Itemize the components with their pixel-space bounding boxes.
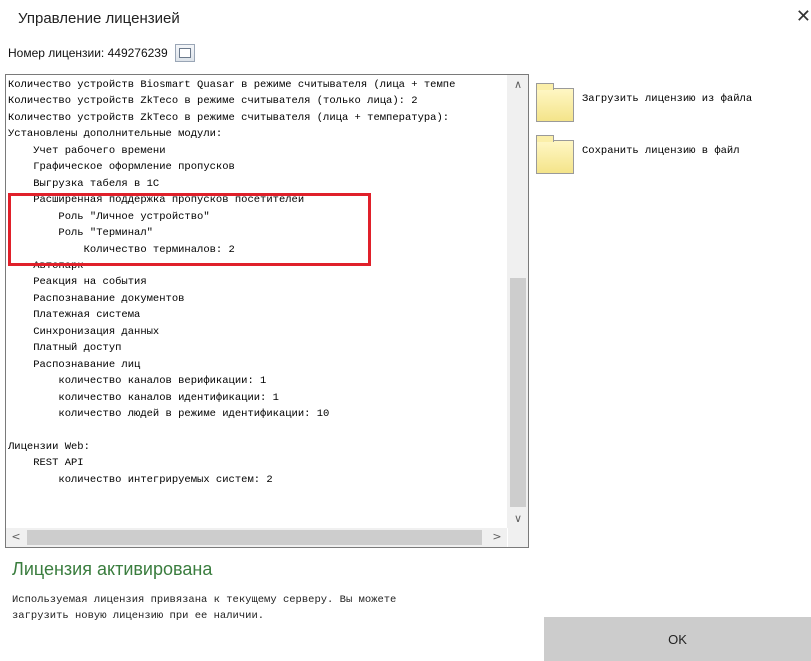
status-description: Используемая лицензия привязана к текуще… [12,594,397,622]
close-icon[interactable]: ✕ [793,6,811,28]
scroll-right-icon[interactable]: > [491,530,503,543]
load-license-button[interactable]: Загрузить лицензию из файла [536,83,753,122]
save-license-button[interactable]: Сохранить лицензию в файл [536,135,740,174]
vertical-scrollbar[interactable]: ∧ ∨ [507,75,528,528]
ok-button[interactable]: OK [544,617,811,661]
copy-icon[interactable] [174,44,195,62]
save-license-label: Сохранить лицензию в файл [582,145,740,157]
license-number-row: Номер лицензии: 449276239 [8,44,195,62]
license-details-text: Количество устройств Biosmart Quasar в р… [8,79,456,486]
license-number-label: Номер лицензии: 449276239 [8,46,168,60]
horizontal-scroll-thumb[interactable] [27,530,482,545]
scrollbar-corner [508,528,528,547]
scroll-down-icon[interactable]: ∨ [508,512,528,525]
folder-icon [536,83,574,122]
scroll-left-icon[interactable]: < [10,530,22,543]
load-license-label: Загрузить лицензию из файла [582,93,753,105]
license-details-textbox[interactable]: Количество устройств Biosmart Quasar в р… [5,74,529,548]
vertical-scroll-thumb[interactable] [510,278,526,507]
dialog-title: Управление лицензией [18,10,180,27]
scroll-up-icon[interactable]: ∧ [508,78,528,91]
status-title: Лицензия активирована [12,559,213,579]
horizontal-scrollbar[interactable]: < > [6,528,507,547]
folder-icon [536,135,574,174]
